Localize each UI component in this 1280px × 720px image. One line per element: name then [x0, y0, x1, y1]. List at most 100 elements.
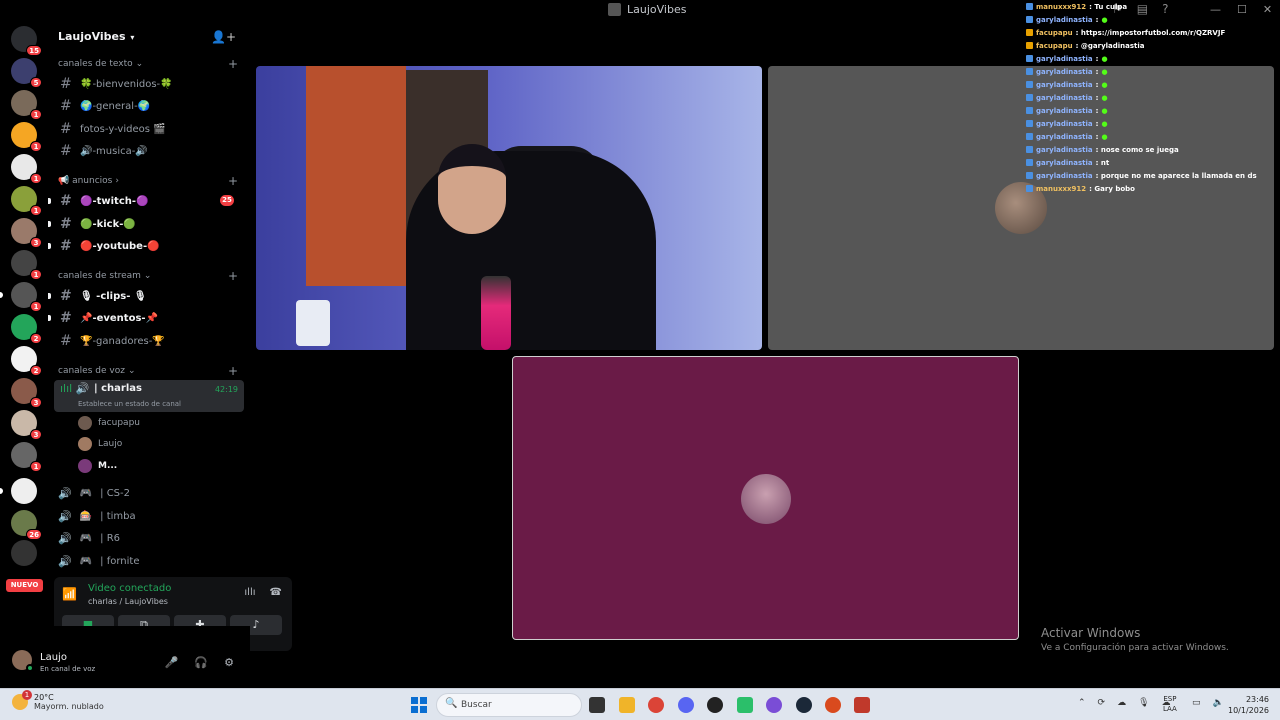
chat-text: : @garyladinastia	[1075, 41, 1145, 50]
add-channel-icon[interactable]: +	[228, 364, 238, 378]
add-channel-icon[interactable]: +	[228, 57, 238, 71]
app-icon[interactable]	[854, 697, 870, 713]
language-indicator[interactable]: ESP LAA	[1163, 694, 1177, 714]
noise-suppression-icon[interactable]: ıllı	[244, 587, 255, 598]
server-icon[interactable]: 1	[11, 154, 42, 184]
server-icon[interactable]	[0, 478, 37, 504]
badge: 1	[30, 173, 42, 184]
channel-bienvenidos[interactable]: # 🍀-bienvenidos-🍀	[54, 74, 244, 94]
server-icon[interactable]: 1	[11, 90, 42, 120]
volume-icon[interactable]: 🔈	[1213, 698, 1224, 708]
video-tile-laujo[interactable]	[256, 66, 762, 350]
voice-channel-r6[interactable]: 🔊 🎮 | R6	[58, 528, 120, 548]
microphone-icon[interactable]: 🎤	[165, 656, 179, 669]
chat-message: facupapu: https://impostorfutbol.com/r/Q…	[1026, 26, 1280, 39]
channel-youtube[interactable]: # 🔴-youtube-🔴	[48, 236, 244, 256]
chat-username: garyladinastia	[1036, 15, 1093, 24]
server-icon[interactable]: 3	[11, 218, 42, 248]
discord-app: LaujoVibes ⚑ ▤ ? — ☐ ✕ 15 5 1 1 1 1 3 1 …	[0, 0, 1280, 688]
server-icon[interactable]	[11, 540, 37, 566]
settings-icon[interactable]: ⚙	[224, 656, 234, 669]
server-icon[interactable]: 1	[11, 122, 42, 152]
channel-ganadores[interactable]: # 🏆-ganadores-🏆	[54, 331, 244, 351]
channel-musica[interactable]: # 🔊-musica-🔊	[54, 141, 244, 161]
channel-status[interactable]: Establece un estado de canal	[78, 400, 181, 408]
direct-messages-button[interactable]: 15	[11, 26, 42, 56]
voice-channel-charlas[interactable]: ılıl 🔊 | charlas 42:19 Establece un esta…	[54, 380, 244, 412]
chat-username: garyladinastia	[1036, 67, 1093, 76]
voice-user[interactable]: Laujo	[78, 435, 122, 453]
clock[interactable]: 23:46 10/1/2026	[1228, 694, 1269, 716]
chevron-up-icon[interactable]: ⌃	[1078, 698, 1086, 708]
voice-user[interactable]: facupapu	[78, 414, 140, 432]
activate-windows-watermark: Activar Windows Ve a Configuración para …	[1041, 626, 1229, 653]
new-badge[interactable]: NUEVO	[6, 579, 43, 592]
task-view-icon[interactable]	[589, 697, 605, 713]
chrome-icon[interactable]	[648, 697, 664, 713]
search-icon: 🔍	[445, 698, 458, 709]
headphones-icon[interactable]: 🎧	[194, 656, 208, 669]
channel-fotos[interactable]: # fotos-y-videos 🎬	[54, 119, 244, 139]
category-anuncios[interactable]: 📢 anuncios ›	[58, 176, 119, 186]
voice-panel-actions: ıllı ☎	[244, 587, 282, 598]
network-icon[interactable]: ▭	[1192, 698, 1201, 708]
server-icon[interactable]: 3	[11, 410, 42, 440]
server-icon[interactable]: 1	[11, 250, 42, 280]
steam-icon[interactable]	[796, 697, 812, 713]
hash-icon: #	[60, 143, 72, 159]
add-channel-icon[interactable]: +	[228, 269, 238, 283]
server-icon[interactable]: 3	[11, 378, 42, 408]
hash-icon: #	[60, 333, 72, 349]
start-button[interactable]	[411, 697, 427, 713]
weather-widget[interactable]: 1 20°C Mayorm. nublado	[12, 690, 104, 711]
search-box[interactable]: 🔍 Buscar	[436, 693, 582, 717]
chevron-down-icon: ⌄	[127, 366, 136, 376]
channel-sidebar: LaujoVibes ▾ 👤+ canales de texto ⌄ + # 🍀-b…	[48, 22, 292, 688]
app-icon[interactable]	[766, 697, 782, 713]
server-icon[interactable]: 1	[11, 442, 42, 472]
whatsapp-icon[interactable]	[737, 697, 753, 713]
category-stream[interactable]: canales de stream ⌄	[58, 271, 151, 281]
file-explorer-icon[interactable]	[619, 697, 635, 713]
server-icon[interactable]: 1	[11, 186, 42, 216]
channel-clips[interactable]: # 🎙 -clips- 🎙	[48, 286, 244, 306]
chat-message: garyladinastia: ●	[1026, 130, 1280, 143]
username[interactable]: Laujo	[40, 652, 67, 663]
channel-general[interactable]: # 🌍-general-🌍	[54, 96, 244, 116]
server-icon[interactable]: 5	[11, 58, 42, 88]
chat-message: garyladinastia: ●	[1026, 65, 1280, 78]
category-voice[interactable]: canales de voz ⌄	[58, 366, 135, 376]
soundboard-icon: ♪	[252, 618, 260, 631]
connection-status: Video conectado	[88, 583, 172, 594]
voice-channel-fornite[interactable]: 🔊 🎮 | fornite	[58, 551, 139, 571]
discord-icon[interactable]	[678, 697, 694, 713]
microphone-icon[interactable]: 🎙	[1138, 698, 1149, 708]
connection-channel[interactable]: charlas / LaujoVibes	[88, 597, 168, 606]
channel-eventos[interactable]: # 📌-eventos-📌	[48, 308, 244, 328]
channel-twitch[interactable]: # 🟣-twitch-🟣 25	[48, 191, 244, 211]
voice-channel-cs2[interactable]: 🔊 🎮 | CS-2	[58, 483, 130, 503]
signal-icon[interactable]: 📶	[62, 587, 77, 601]
cloud-icon[interactable]: ☁	[1117, 698, 1126, 708]
server-icon[interactable]: 26	[11, 510, 42, 540]
category-text[interactable]: canales de texto ⌄	[58, 59, 143, 69]
channel-kick[interactable]: # 🟢-kick-🟢	[48, 214, 244, 234]
invite-icon[interactable]: 👤+	[211, 30, 236, 44]
obs-icon[interactable]	[707, 697, 723, 713]
server-icon[interactable]: 1	[0, 282, 42, 312]
app-icon[interactable]	[825, 697, 841, 713]
badge: 3	[30, 397, 42, 408]
server-icon	[608, 3, 621, 16]
voice-channel-timba[interactable]: 🔊 🎰 | timba	[58, 506, 136, 526]
avatar[interactable]	[12, 650, 34, 672]
voice-user[interactable]: M...	[78, 457, 117, 475]
disconnect-icon[interactable]: ☎	[270, 587, 282, 598]
video-tile-participant[interactable]	[512, 356, 1019, 640]
chat-text: :	[1095, 132, 1099, 141]
server-icon[interactable]: 2	[11, 346, 42, 376]
update-icon[interactable]: ⟳	[1098, 698, 1106, 708]
add-channel-icon[interactable]: +	[228, 174, 238, 188]
server-icon[interactable]: 2	[11, 314, 42, 344]
taskbar: 1 20°C Mayorm. nublado 🔍 Buscar ⌃ ⟳ ☁ 🎙 …	[0, 688, 1280, 720]
chat-text: :	[1095, 54, 1099, 63]
